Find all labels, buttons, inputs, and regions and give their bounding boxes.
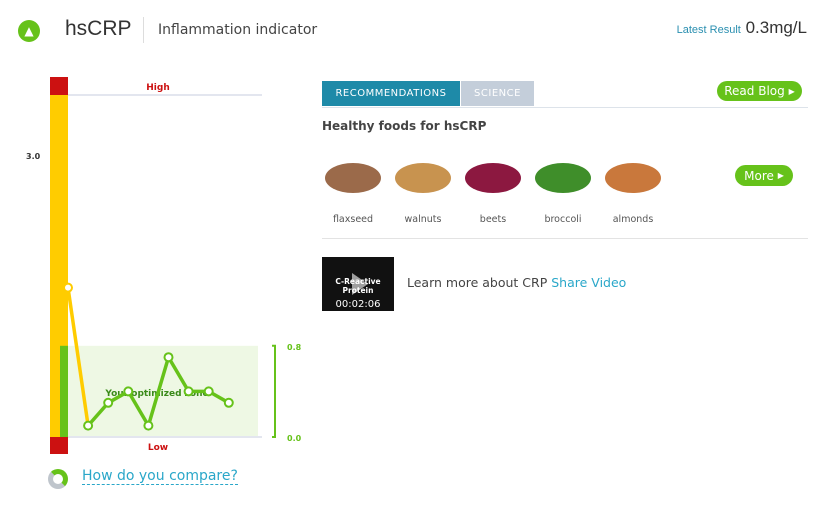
food-label: flaxseed [332,214,374,225]
low-label: Low [148,443,168,453]
zone-tick-label: 0.0 [287,434,302,443]
video-thumbnail[interactable]: C-Reactive Protein 00:02:06 [322,257,394,311]
flame-icon: ▲ [18,20,40,42]
read-blog-label: Read Blog [724,84,785,98]
page-title: hsCRP [65,17,132,40]
low-band [50,437,68,454]
food-label: almonds [612,214,654,225]
food-item[interactable]: walnuts [390,148,456,225]
food-label: walnuts [404,214,442,225]
zone-tick-label: 0.8 [287,343,302,352]
foods-heading: Healthy foods for hsCRP [322,119,487,133]
share-video-link[interactable]: Share Video [551,275,626,290]
more-label: More [744,168,774,183]
data-point [103,397,114,408]
zone-bracket [272,344,276,438]
tab-science[interactable]: SCIENCE [461,81,534,106]
food-item[interactable]: almonds [600,148,666,225]
data-point [123,386,134,397]
optimized-zone-bar [60,345,68,437]
data-point [163,352,174,363]
high-label: High [146,83,169,93]
data-point [223,397,234,408]
food-item[interactable]: beets [460,148,526,225]
data-point [183,386,194,397]
data-point [63,282,73,293]
y-tick-label: 3.0 [26,152,41,161]
latest-result-label: Latest Result [676,24,741,36]
result-chart: 3.00.0HighLowYour optimized zone0.80.0 [26,77,302,454]
data-point [143,420,154,431]
divider [143,17,144,43]
compare-link[interactable]: How do you compare? [82,468,238,485]
food-image [320,148,386,208]
latest-result-value: 0.3mg/L [745,18,807,37]
food-image [530,148,596,208]
data-point [83,420,94,431]
food-image [600,148,666,208]
high-band [50,77,68,95]
more-button[interactable]: More ▶ [735,165,793,186]
latest-result: Latest Result 0.3mg/L [677,18,807,38]
divider [322,107,808,108]
food-image [460,148,526,208]
read-blog-button[interactable]: Read Blog ▶ [717,81,802,101]
divider [322,238,808,239]
food-label: broccoli [544,214,582,225]
play-icon [352,273,368,295]
tab-recommendations[interactable]: RECOMMENDATIONS [322,81,460,106]
learn-more: Learn more about CRP Share Video [407,275,626,290]
caret-right-icon: ▶ [777,171,784,180]
data-point [203,386,214,397]
video-duration: 00:02:06 [335,299,381,310]
food-label: beets [479,214,507,225]
page-subtitle: Inflammation indicator [158,22,318,38]
learn-more-text: Learn more about CRP [407,275,548,290]
food-image [390,148,456,208]
caret-right-icon: ▶ [788,86,795,96]
donut-icon [48,469,68,489]
food-item[interactable]: broccoli [530,148,596,225]
food-item[interactable]: flaxseed [320,148,386,225]
